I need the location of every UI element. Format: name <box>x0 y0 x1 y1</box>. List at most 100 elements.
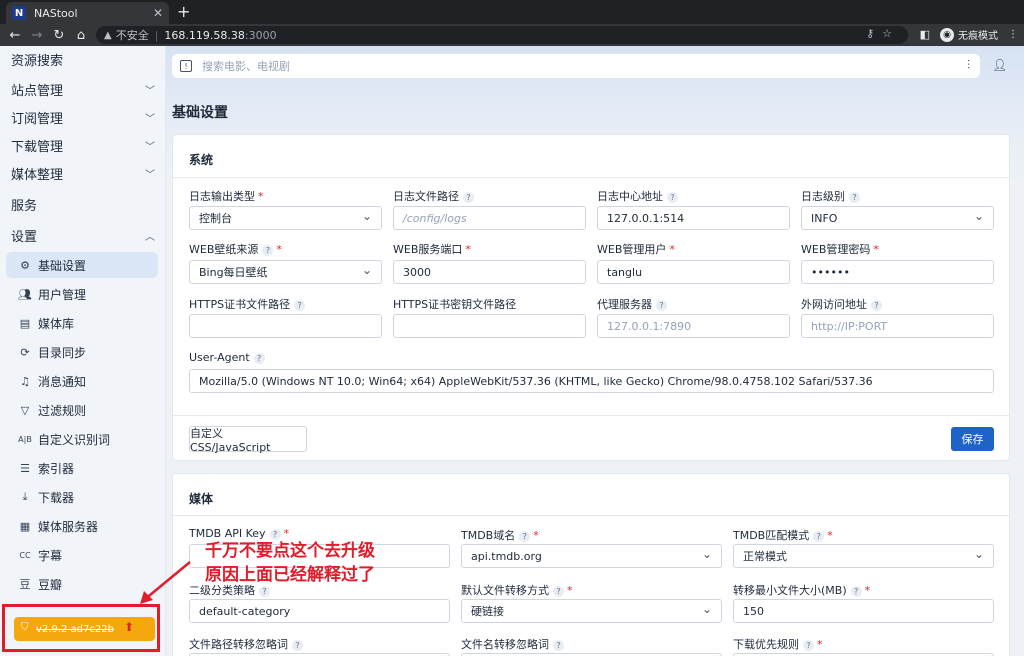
sidebar-sub-downloader[interactable]: ⤓ 下载器 <box>6 484 158 510</box>
sidebar-item-sites[interactable]: 站点管理 ﹀ <box>11 80 159 99</box>
key-icon[interactable]: ⚷ <box>866 27 882 40</box>
sidebar-sub-media-server[interactable]: ▦ 媒体服务器 <box>6 513 158 539</box>
log-center-input[interactable]: 127.0.0.1:514 <box>597 206 790 230</box>
media-card-title: 媒体 <box>189 492 214 506</box>
omnibox-icons: ⚷☆ <box>866 27 900 40</box>
sidebar-sub-label: 目录同步 <box>38 345 87 360</box>
sidebar-item-downloads[interactable]: 下载管理 ﹀ <box>11 136 159 155</box>
address-bar[interactable]: ▲ 不安全 | 168.119.58.38:3000 ⚷☆ <box>96 26 908 44</box>
browser-tab[interactable]: N NAStool ✕ <box>6 2 169 24</box>
https-cert-input[interactable] <box>189 314 382 338</box>
filter-settings-icon[interactable]: ⫶ <box>967 58 970 73</box>
tmdb-match-label: TMDB匹配模式? * <box>733 529 833 542</box>
wallpaper-select[interactable]: Bing每日壁纸 <box>189 260 382 284</box>
url-port: :3000 <box>244 28 277 42</box>
annotation-text: 千万不要点这个去升级 原因上面已经解释过了 <box>205 539 375 587</box>
external-url-input[interactable]: http://IP:PORT <box>801 314 994 338</box>
min-size-input[interactable]: 150 <box>733 599 994 623</box>
warning-icon: ▲ <box>104 29 112 41</box>
sidebar-item-subscriptions[interactable]: 订阅管理 ﹀ <box>11 108 159 127</box>
sidebar-sub-label: 字幕 <box>38 548 63 563</box>
help-icon: ? <box>262 245 274 256</box>
user-icon[interactable]: 👤︎ <box>992 58 1007 72</box>
reload-icon[interactable]: ↻ <box>48 28 70 43</box>
https-key-input[interactable] <box>393 314 586 338</box>
chevron-down-icon: ﹀ <box>145 86 155 97</box>
ab-icon: A|B <box>18 434 32 444</box>
home-icon[interactable]: ⌂ <box>70 28 92 43</box>
web-user-input[interactable]: tanglu <box>597 260 790 284</box>
chevron-down-icon: ﹀ <box>145 170 155 181</box>
browser-menu-icon[interactable]: ⋮ <box>1008 29 1018 40</box>
system-card: 系统 日志输出类型* 控制台 日志文件路径? /config/logs 日志中心… <box>172 134 1010 461</box>
sidebar-sub-library[interactable]: ▤ 媒体库 <box>6 310 158 336</box>
sidebar-item-search[interactable]: 资源搜索 <box>11 50 159 69</box>
user-agent-input[interactable]: Mozilla/5.0 (Windows NT 10.0; Win64; x64… <box>189 369 994 393</box>
url-host: 168.119.58.38 <box>164 28 245 42</box>
log-level-select[interactable]: INFO <box>801 206 994 230</box>
bell-icon: ♫ <box>20 374 30 388</box>
search-bar[interactable]: ! 搜索电影、电视剧 ⫶ <box>172 54 980 78</box>
sidebar-item-label: 订阅管理 <box>11 112 64 127</box>
annotation-line-2: 原因上面已经解释过了 <box>205 565 375 585</box>
download-icon: ⤓ <box>22 490 28 503</box>
proxy-label: 代理服务器? <box>597 296 667 312</box>
help-icon: ? <box>871 300 882 311</box>
sidebar-sub-indexer[interactable]: ☰ 索引器 <box>6 455 158 481</box>
sidebar-sub-subtitles[interactable]: CC 字幕 <box>6 542 158 568</box>
sidebar-sub-basic-settings[interactable]: ⚙ 基础设置 <box>6 252 158 278</box>
log-type-label: 日志输出类型 * <box>189 190 264 203</box>
sidebar-sub-label: 消息通知 <box>38 374 87 389</box>
sidebar-sub-custom-words[interactable]: A|B 自定义识别词 <box>6 426 158 452</box>
tab-close-icon[interactable]: ✕ <box>153 6 163 20</box>
https-key-label: HTTPS证书密钥文件路径 <box>393 298 517 311</box>
sidebar-sub-label: 索引器 <box>38 461 75 476</box>
server-icon: ▦ <box>19 519 31 533</box>
sidebar-sub-douban[interactable]: 豆豆瓣 <box>6 571 158 597</box>
help-icon: ? <box>259 586 270 597</box>
bookmark-star-icon[interactable]: ☆ <box>882 27 900 40</box>
proxy-input[interactable]: 127.0.0.1:7890 <box>597 314 790 338</box>
card-divider <box>173 177 1009 178</box>
system-card-title: 系统 <box>189 153 214 167</box>
sidebar-sub-filter-rules[interactable]: ▽ 过滤规则 <box>6 397 158 423</box>
sidebar-sub-users[interactable]: 👥︎ 用户管理 <box>6 281 158 307</box>
version-upgrade-button[interactable]: ⛉ v2.9.2 ad7c22b ⬆ <box>14 617 155 641</box>
save-button[interactable]: 保存 <box>951 427 994 451</box>
search-input[interactable]: 搜索电影、电视剧 <box>202 58 290 74</box>
help-icon: ? <box>813 531 825 542</box>
forward-icon[interactable]: → <box>26 28 48 43</box>
sidebar-sub-sync[interactable]: ⟳ 目录同步 <box>6 339 158 365</box>
log-center-label: 日志中心地址? <box>597 188 678 204</box>
sidebar-item-label: 服务 <box>11 199 38 214</box>
custom-css-button[interactable]: 自定义 CSS/JavaScript <box>189 426 307 454</box>
users-icon: 👥︎ <box>18 287 32 301</box>
sidebar-item-settings[interactable]: 设置 ︿ <box>11 226 159 245</box>
library-icon: ▤ <box>19 316 31 330</box>
log-path-input[interactable]: /config/logs <box>393 206 586 230</box>
web-password-input[interactable]: •••••• <box>801 260 994 284</box>
help-icon: ? <box>553 640 564 651</box>
sidebar-item-label: 站点管理 <box>11 84 64 99</box>
sidebar-sub-notifications[interactable]: ♫ 消息通知 <box>6 368 158 394</box>
help-icon: ? <box>292 640 303 651</box>
help-icon: ? <box>850 586 862 597</box>
sidebar-item-media-organize[interactable]: 媒体整理 ﹀ <box>11 164 159 183</box>
log-type-select[interactable]: 控制台 <box>189 206 382 230</box>
transfer-mode-select[interactable]: 硬链接 <box>461 599 722 623</box>
category-strategy-input[interactable]: default-category <box>189 599 450 623</box>
web-port-input[interactable]: 3000 <box>393 260 586 284</box>
annotation-highlight-box: ⛉ v2.9.2 ad7c22b ⬆ <box>2 604 160 652</box>
path-ignore-label: 文件路径转移忽略词? <box>189 636 303 652</box>
new-tab-icon[interactable]: + <box>177 2 190 21</box>
side-panel-icon[interactable]: ◧ <box>920 28 930 41</box>
address-separator: | <box>154 28 159 42</box>
chevron-down-icon: ﹀ <box>145 142 155 153</box>
incognito-icon[interactable]: ◉ <box>940 27 954 42</box>
back-icon[interactable]: ← <box>4 28 26 43</box>
sidebar-item-services[interactable]: 服务 <box>11 195 159 214</box>
tmdb-domain-select[interactable]: api.tmdb.org <box>461 544 722 568</box>
log-level-label: 日志级别? <box>801 188 860 204</box>
tmdb-match-select[interactable]: 正常模式 <box>733 544 994 568</box>
sidebar-item-label: 媒体整理 <box>11 168 64 183</box>
